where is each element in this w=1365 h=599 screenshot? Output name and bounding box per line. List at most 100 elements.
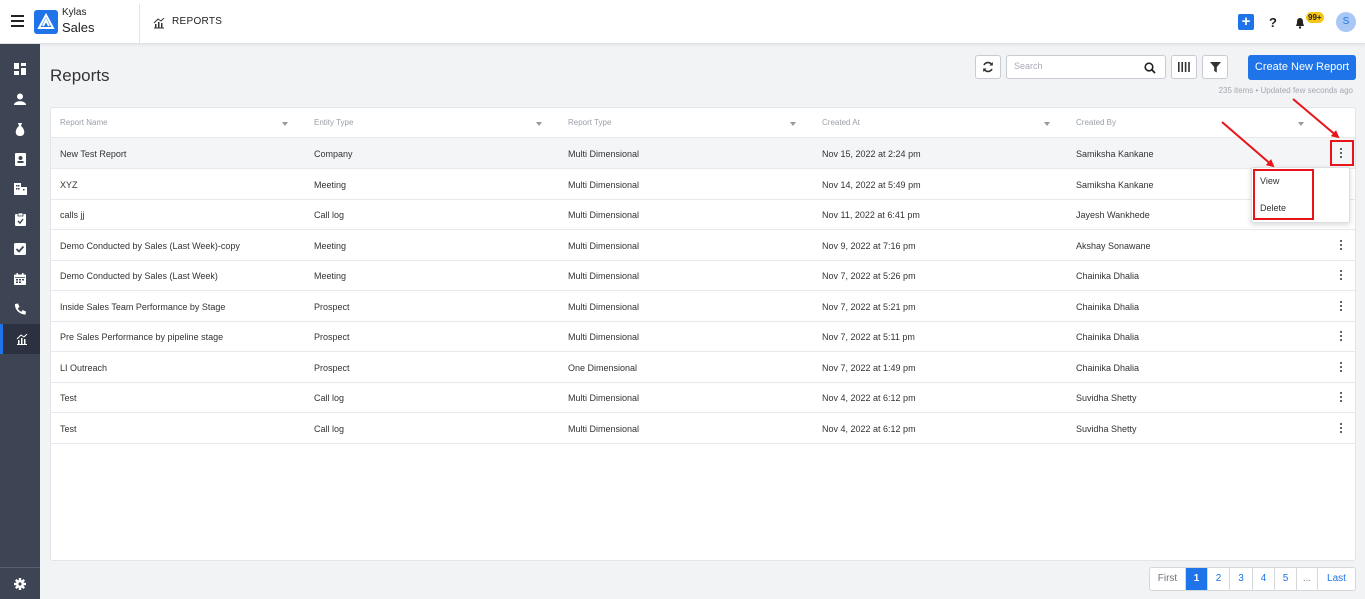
report-type-cell: Multi Dimensional	[568, 271, 640, 281]
row-actions-kebab-icon[interactable]	[1340, 239, 1343, 252]
items-meta: 235 items • Updated few seconds ago	[1218, 86, 1353, 95]
top-bar: Kylas Sales REPORTS + ? 99+ S	[0, 0, 1365, 44]
sort-caret-icon[interactable]	[536, 122, 542, 126]
building-icon[interactable]	[0, 174, 40, 204]
row-actions-kebab-icon[interactable]	[1340, 270, 1343, 282]
page-3[interactable]: 3	[1230, 568, 1253, 590]
row-actions-kebab-icon[interactable]	[1340, 392, 1343, 404]
divider	[139, 4, 140, 44]
created-at-cell: Nov 4, 2022 at 6:12 pm	[822, 423, 916, 434]
column-header-created-by[interactable]: Created By	[1076, 118, 1116, 127]
report-name-cell[interactable]: New Test Report	[60, 149, 126, 159]
entity-type-cell: Meeting	[314, 240, 347, 251]
filter-icon	[1209, 61, 1221, 72]
created-at-cell: Nov 9, 2022 at 7:16 pm	[822, 240, 916, 251]
row-actions-kebab-icon[interactable]	[1340, 361, 1343, 374]
page-ellipsis: ...	[1297, 568, 1318, 590]
annotation-box-kebab	[1330, 140, 1354, 166]
avatar[interactable]: S	[1336, 12, 1356, 32]
page-last[interactable]: Last	[1318, 568, 1355, 590]
filter-button[interactable]	[1202, 55, 1228, 79]
search-icon[interactable]	[1144, 61, 1156, 79]
reports-table: Report Name Entity Type Report Type Crea…	[50, 107, 1356, 561]
table-row[interactable]: XYZ Meeting Multi Dimensional Nov 14, 2022 …	[51, 169, 1355, 200]
table-row[interactable]: calls jj Call log Multi Dimensional Nov 11,…	[51, 199, 1355, 230]
sort-caret-icon[interactable]	[282, 122, 288, 126]
calendar-icon[interactable]	[0, 264, 40, 294]
hamburger-menu-icon[interactable]	[11, 15, 24, 27]
phone-icon[interactable]	[0, 294, 40, 324]
created-by-cell: Suvidha Shetty	[1076, 423, 1137, 434]
help-icon[interactable]: ?	[1269, 15, 1277, 30]
table-row[interactable]: New Test Report Company Multi Dimensional N…	[51, 138, 1355, 169]
row-actions-kebab-icon[interactable]	[1340, 300, 1343, 313]
notification-badge: 99+	[1306, 12, 1324, 23]
reports-chart-icon[interactable]	[0, 324, 40, 354]
table-row[interactable]: Inside Sales Team Performance by Stage Pr…	[51, 291, 1355, 322]
table-row[interactable]: Demo Conducted by Sales (Last Week) Meeti…	[51, 260, 1355, 291]
table-header: Report Name Entity Type Report Type Crea…	[51, 108, 1355, 138]
refresh-icon	[983, 61, 993, 73]
report-name-cell[interactable]: Test	[60, 393, 77, 403]
report-type-cell: Multi Dimensional	[568, 423, 640, 434]
search-box	[1006, 55, 1166, 79]
table-row[interactable]: Test Call log Multi Dimensional Nov 4, 2022…	[51, 382, 1355, 413]
entity-type-cell: Prospect	[314, 301, 350, 312]
contact-card-icon[interactable]	[0, 144, 40, 174]
money-bag-icon[interactable]	[0, 114, 40, 144]
report-name-cell[interactable]: LI Outreach	[60, 363, 107, 373]
columns-button[interactable]	[1171, 55, 1197, 79]
entity-type-cell: Call log	[314, 393, 345, 403]
column-header-entity-type[interactable]: Entity Type	[314, 118, 353, 127]
report-name-cell[interactable]: XYZ	[60, 180, 78, 190]
refresh-button[interactable]	[975, 55, 1001, 79]
table-row[interactable]: LI Outreach Prospect One Dimensional Nov 7,…	[51, 352, 1355, 383]
table-row[interactable]: Demo Conducted by Sales (Last Week)-copy…	[51, 230, 1355, 261]
created-by-cell: Samiksha Kankane	[1076, 149, 1154, 159]
clipboard-icon[interactable]	[0, 204, 40, 234]
report-name-cell[interactable]: Inside Sales Team Performance by Stage	[60, 302, 225, 312]
sort-caret-icon[interactable]	[1044, 122, 1050, 126]
table-row[interactable]: Pre Sales Performance by pipeline stage P…	[51, 321, 1355, 352]
report-type-cell: Multi Dimensional	[568, 332, 640, 342]
table-row[interactable]: Test Call log Multi Dimensional Nov 4, 2022…	[51, 413, 1355, 444]
report-type-cell: Multi Dimensional	[568, 179, 640, 190]
sort-caret-icon[interactable]	[790, 122, 796, 126]
report-name-cell[interactable]: Pre Sales Performance by pipeline stage	[60, 332, 223, 342]
report-name-cell[interactable]: Demo Conducted by Sales (Last Week)-copy	[60, 241, 240, 251]
page-1[interactable]: 1	[1186, 568, 1208, 590]
page-5[interactable]: 5	[1275, 568, 1297, 590]
dashboard-icon[interactable]	[0, 54, 40, 84]
task-check-icon[interactable]	[0, 234, 40, 264]
user-icon[interactable]	[0, 84, 40, 114]
brand-bottom: Sales	[62, 20, 95, 35]
report-type-cell: Multi Dimensional	[568, 393, 640, 403]
bell-icon[interactable]	[1295, 16, 1305, 34]
entity-type-cell: Prospect	[314, 332, 350, 342]
report-type-cell: Multi Dimensional	[568, 210, 640, 220]
report-name-cell[interactable]: calls jj	[60, 210, 85, 220]
column-header-report-type[interactable]: Report Type	[568, 118, 611, 127]
gear-icon[interactable]	[0, 569, 40, 599]
column-header-created-at[interactable]: Created At	[822, 118, 860, 127]
created-at-cell: Nov 15, 2022 at 2:24 pm	[822, 149, 921, 159]
sidebar-divider	[0, 567, 40, 568]
quick-add-button[interactable]: +	[1238, 14, 1254, 30]
column-header-report-name[interactable]: Report Name	[60, 118, 108, 127]
created-by-cell: Suvidha Shetty	[1076, 393, 1137, 403]
annotation-box-menu	[1253, 169, 1314, 220]
report-name-cell[interactable]: Test	[60, 424, 77, 434]
page-first[interactable]: First	[1150, 568, 1186, 590]
page-2[interactable]: 2	[1208, 568, 1230, 590]
search-input[interactable]	[1014, 61, 1139, 71]
sort-caret-icon[interactable]	[1298, 122, 1304, 126]
row-actions-kebab-icon[interactable]	[1340, 422, 1343, 435]
report-type-cell: One Dimensional	[568, 362, 638, 373]
kylas-logo[interactable]	[34, 10, 58, 34]
report-name-cell[interactable]: Demo Conducted by Sales (Last Week)	[60, 271, 218, 281]
create-report-button[interactable]: Create New Report	[1248, 55, 1356, 80]
created-by-cell: Akshay Sonawane	[1076, 240, 1151, 251]
reports-chart-icon	[153, 16, 165, 34]
row-actions-kebab-icon[interactable]	[1340, 331, 1343, 343]
page-4[interactable]: 4	[1253, 568, 1275, 590]
